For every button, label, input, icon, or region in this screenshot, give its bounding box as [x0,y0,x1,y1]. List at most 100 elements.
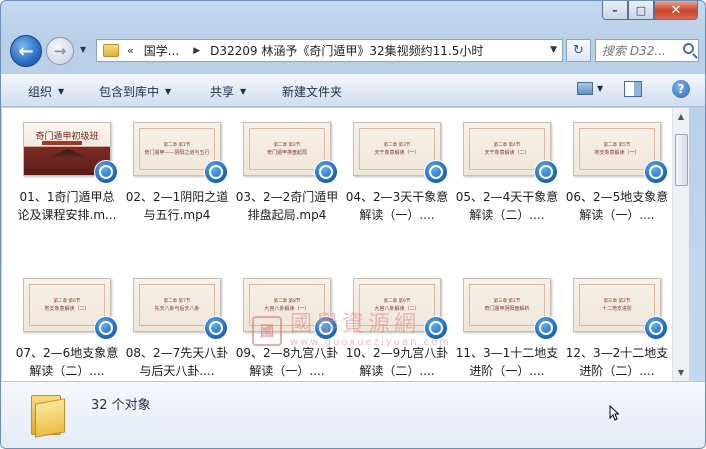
view-icon [577,82,593,95]
thumbnail-title: 第二章 第3节 [383,142,411,148]
video-thumbnail: 第二章 第3节 天干象意解读（一） [353,122,448,184]
file-item[interactable]: 第二章 第3节 天干象意解读（一） 04、2—3天干象意解读（一）.... [342,116,452,226]
thumbnail-title: 第二章 第8节 [273,298,301,304]
media-player-icon [644,316,668,340]
thumbnail-subtitle: 奇门遁甲——阴阳之道与五行 [144,149,210,156]
scroll-thumb[interactable] [675,134,688,186]
chevron-down-icon: ▼ [597,84,604,93]
file-name: 08、2—7先天八卦与后天八卦.... [125,346,229,378]
media-player-icon [424,316,448,340]
thumbnail-title: 第二章 第7节 [163,298,191,304]
search-input[interactable] [602,43,682,58]
organize-menu[interactable]: 组织 ▼ [28,83,64,100]
media-player-icon [204,316,228,340]
file-item[interactable]: 第二章 第7节 先天八卦与后天八卦 08、2—7先天八卦与后天八卦.... [122,272,232,381]
file-item[interactable]: 第二章 第9节 九宫八卦解读（二） 10、2—9九宫八卦解读（二）.... [342,272,452,381]
media-player-icon [314,316,338,340]
file-item[interactable]: 第二章 第6节 地支象意解读（二） 07、2—6地支象意解读（二）.... [12,272,122,381]
video-thumbnail: 第二章 第4节 天干象意解读（二） [463,122,558,184]
scroll-down-icon[interactable]: ▼ [676,368,686,377]
breadcrumb-current[interactable]: D32209 林涵予《奇门遁甲》32集视频约11.5小时 [210,42,483,59]
video-thumbnail: 第二章 第1节 奇门遁甲——阴阳之道与五行 [133,122,228,184]
thumbnail-subtitle: 奇门遁甲阴阳盘解析 [484,305,530,312]
video-thumbnail: 第三章 第1节 奇门遁甲阴阳盘解析 [463,278,558,340]
video-thumbnail: 第二章 第2节 奇门遁甲排盘起局 [243,122,338,184]
file-item[interactable]: 第二章 第5节 地支象意解读（一） 06、2—5地支象意解读（一）.... [562,116,672,226]
address-bar[interactable]: « 国学... ▶ D32209 林涵予《奇门遁甲》32集视频约11.5小时 ▼ [96,39,563,62]
file-item[interactable]: 第三章 第2节 十二地支进阶 12、3—2十二地支进阶（二）.... [562,272,672,381]
share-menu[interactable]: 共享 ▼ [210,83,246,100]
thumbnail-title: 第二章 第6节 [53,298,81,304]
preview-pane-button[interactable] [624,81,642,97]
thumbnail-subtitle: 九宫八卦解读（一） [264,305,310,312]
close-button[interactable]: ✕ [654,1,698,20]
video-thumbnail: 第二章 第9节 九宫八卦解读（二） [353,278,448,340]
palace-roof-image [44,149,92,159]
media-player-icon [424,160,448,184]
thumbnail-title: 第二章 第2节 [273,142,301,148]
search-icon[interactable] [683,43,694,54]
video-thumbnail: 第二章 第7节 先天八卦与后天八卦 [133,278,228,340]
overflow-chevron-icon[interactable]: « [127,44,134,57]
file-item[interactable]: 第二章 第8节 九宫八卦解读（一） 09、2—8九宫八卦解读（一）.... [232,272,342,381]
thumbnail-title: 第三章 第1节 [493,298,521,304]
include-in-library-menu[interactable]: 包含到库中 ▼ [99,83,171,100]
breadcrumb-parent[interactable]: 国学... [144,42,179,59]
caption-buttons: – □ ✕ [602,1,698,20]
file-list[interactable]: 奇门遁甲初级班 01、1奇门遁甲总论及课程安排.m... 第二章 第1节 奇门遁甲——… [2,108,672,381]
file-name: 07、2—6地支象意解读（二）.... [15,346,119,378]
chevron-down-icon: ▼ [58,87,65,96]
file-item[interactable]: 奇门遁甲初级班 01、1奇门遁甲总论及课程安排.m... [12,116,122,226]
video-thumbnail: 第二章 第5节 地支象意解读（一） [573,122,668,184]
thumbnail-title: 第二章 第9节 [383,298,411,304]
file-name: 03、2—2奇门遁甲排盘起局.mp4 [235,190,339,222]
folder-icon [103,44,119,57]
video-thumbnail: 第二章 第8节 九宫八卦解读（一） [243,278,338,340]
file-item[interactable]: 第二章 第4节 天干象意解读（二） 05、2—4天干象意解读（二）.... [452,116,562,226]
file-grid: 奇门遁甲初级班 01、1奇门遁甲总论及课程安排.m... 第二章 第1节 奇门遁甲——… [12,116,672,381]
scroll-up-icon[interactable]: ▲ [676,112,686,121]
media-player-icon [94,160,118,184]
file-name: 10、2—9九宫八卦解读（二）.... [345,346,449,378]
media-player-icon [534,316,558,340]
thumbnail-title: 第二章 第4节 [493,142,521,148]
file-name: 11、3—1十二地支进阶（一）.... [455,346,559,378]
file-name: 01、1奇门遁甲总论及课程安排.m... [17,190,117,222]
minimize-button[interactable]: – [602,1,628,20]
change-view-button[interactable]: ▼ [577,82,603,95]
folder-icon [29,391,65,438]
back-button[interactable]: ← [10,35,42,67]
file-item[interactable]: 第二章 第2节 奇门遁甲排盘起局 03、2—2奇门遁甲排盘起局.mp4 [232,116,342,226]
video-thumbnail: 第三章 第2节 十二地支进阶 [573,278,668,340]
forward-button[interactable]: → [46,37,74,65]
include-library-label: 包含到库中 [99,85,160,99]
thumbnail-subtitle: 十二地支进阶 [601,305,632,312]
media-player-icon [314,160,338,184]
recent-pages-dropdown[interactable]: ▼ [80,45,86,54]
new-folder-label: 新建文件夹 [282,85,343,99]
thumbnail-subtitle: 地支象意解读（二） [44,305,90,312]
file-name: 06、2—5地支象意解读（一）.... [565,190,669,222]
refresh-button[interactable]: ↻ [566,39,591,62]
video-thumbnail: 第二章 第6节 地支象意解读（二） [23,278,118,340]
details-pane: 32 个对象 [1,381,705,448]
address-dropdown-icon[interactable]: ▼ [550,45,557,55]
thumbnail-title: 第二章 第1节 [163,142,191,148]
video-thumbnail: 奇门遁甲初级班 [23,122,118,184]
media-player-icon [204,160,228,184]
vertical-scrollbar[interactable]: ▲ ▼ [672,108,689,381]
file-item[interactable]: 第二章 第1节 奇门遁甲——阴阳之道与五行 02、2—1阴阳之道与五行.mp4 [122,116,232,226]
breadcrumb-separator-icon[interactable]: ▶ [193,46,200,56]
organize-label: 组织 [28,85,53,99]
file-name: 02、2—1阴阳之道与五行.mp4 [125,190,229,222]
file-item[interactable]: 第三章 第1节 奇门遁甲阴阳盘解析 11、3—1十二地支进阶（一）.... [452,272,562,381]
thumbnail-subtitle: 奇门遁甲排盘起局 [266,149,307,156]
file-name: 05、2—4天干象意解读（二）.... [455,190,559,222]
maximize-button[interactable]: □ [628,1,654,20]
explorer-window: – □ ✕ ← → ▼ « 国学... ▶ D32209 林涵予《奇门遁甲》32… [0,0,706,449]
new-folder-button[interactable]: 新建文件夹 [282,83,342,100]
chevron-down-icon: ▼ [240,87,247,96]
help-button[interactable]: ? [672,80,690,98]
search-box[interactable] [595,39,699,62]
thumbnail-subtitle: 天干象意解读（一） [374,149,420,156]
